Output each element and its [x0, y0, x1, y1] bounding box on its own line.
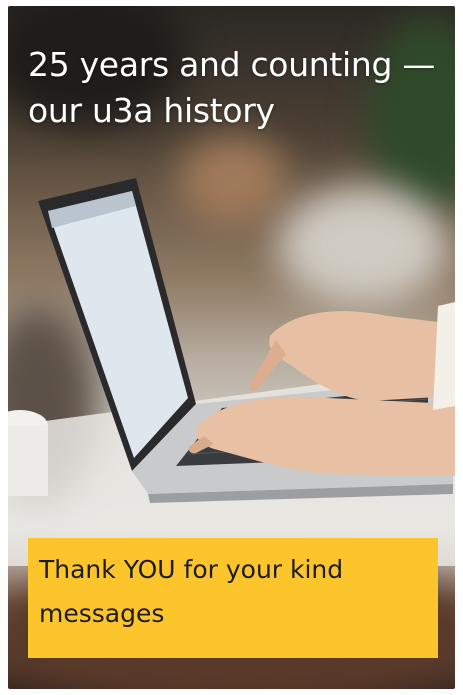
banner-text: Thank YOU for your kind messages [39, 555, 344, 628]
card-title: 25 years and counting — our u3a history [28, 45, 436, 130]
thank-you-banner[interactable]: Thank YOU for your kind messages [28, 538, 438, 658]
story-card[interactable]: 25 years and counting — our u3a history … [8, 6, 455, 689]
